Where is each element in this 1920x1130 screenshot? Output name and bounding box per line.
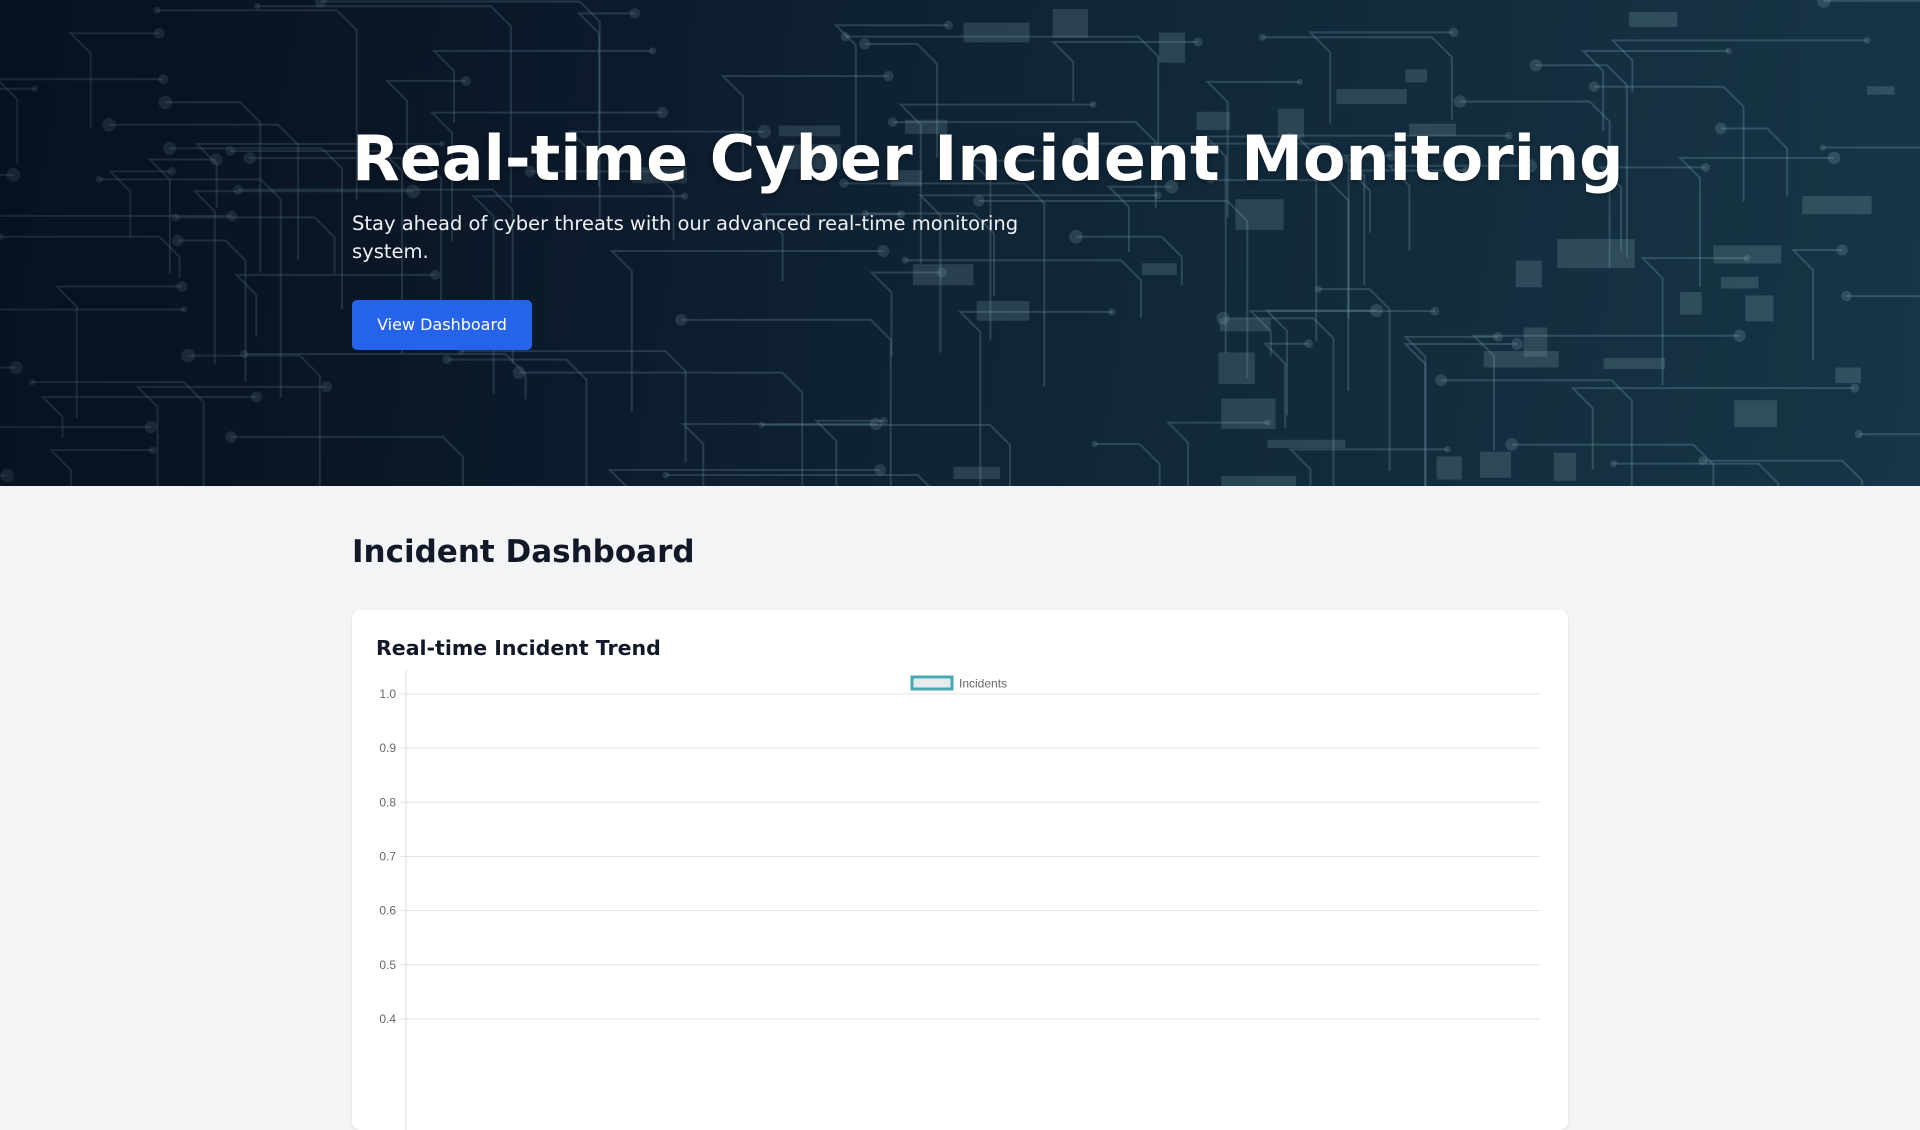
dashboard-title: Incident Dashboard [352,534,695,570]
y-tick-label: 1.0 [379,687,396,701]
hero-content: Real-time Cyber Incident Monitoring Stay… [352,120,1624,350]
incident-trend-card: Real-time Incident Trend Incidents 1.0 0.… [352,610,1568,1130]
chart-card-title: Real-time Incident Trend [376,636,661,660]
legend-swatch-incidents [910,675,954,691]
y-tick-label: 0.7 [379,849,396,863]
incident-trend-chart: Incidents 1.0 0.9 0.8 0.7 0.6 0.5 0.4 [379,670,1540,1130]
hero-section: Real-time Cyber Incident Monitoring Stay… [0,0,1920,486]
chart-legend[interactable]: Incidents [910,675,1007,691]
hero-title: Real-time Cyber Incident Monitoring [352,122,1624,195]
y-tick-label: 0.5 [379,958,396,972]
legend-label-incidents: Incidents [959,677,1007,691]
view-dashboard-button[interactable]: View Dashboard [352,300,532,350]
y-tick-label: 0.9 [379,741,396,755]
dashboard-section: Incident Dashboard Real-time Incident Tr… [352,486,1568,1130]
y-tick-label: 0.8 [379,795,396,809]
y-tick-label: 0.6 [379,904,396,918]
hero-subtitle: Stay ahead of cyber threats with our adv… [352,212,1019,263]
y-axis-ticks: 1.0 0.9 0.8 0.7 0.6 0.5 0.4 [379,687,396,1026]
y-tick-label: 0.4 [379,1012,396,1026]
chart-gridlines [400,693,1540,1020]
